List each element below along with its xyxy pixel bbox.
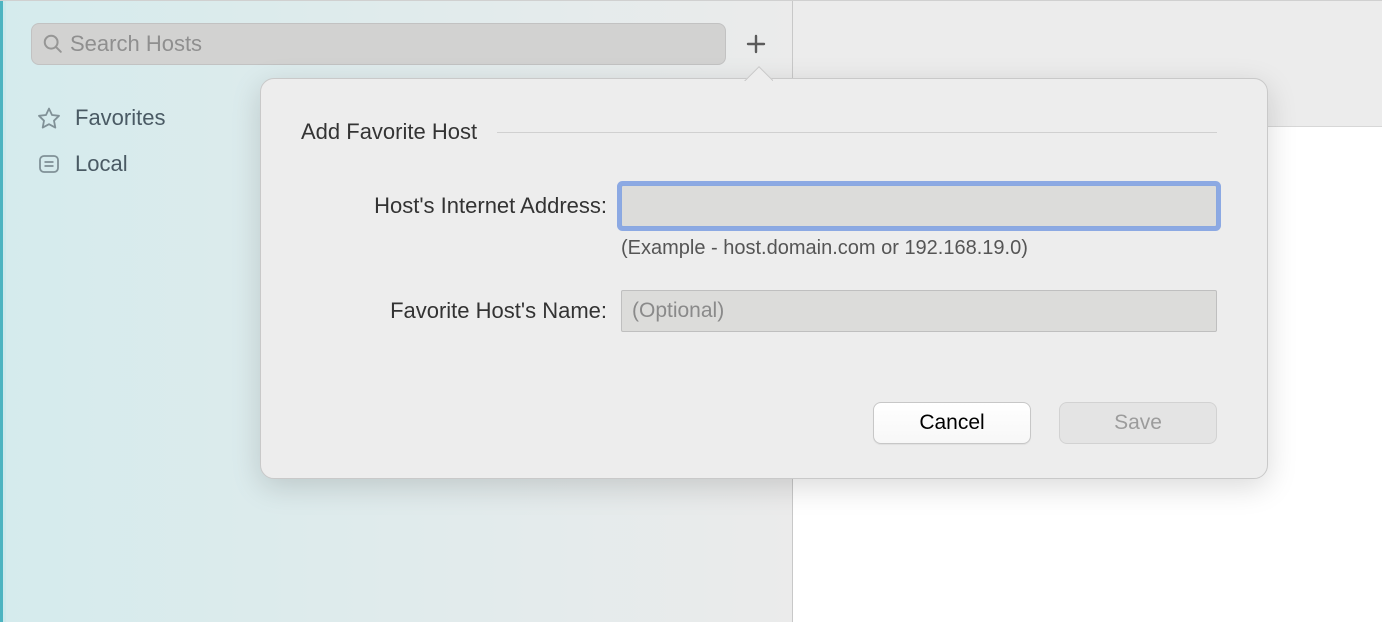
local-drive-icon	[37, 152, 61, 176]
favorite-name-label: Favorite Host's Name:	[301, 290, 621, 324]
search-hosts-input[interactable]	[64, 31, 715, 57]
favorite-name-input[interactable]	[621, 290, 1217, 332]
star-icon	[37, 106, 61, 130]
divider-line	[497, 132, 1217, 133]
cancel-button[interactable]: Cancel	[873, 402, 1031, 444]
sidebar-item-label: Favorites	[75, 105, 165, 131]
popover-title: Add Favorite Host	[301, 119, 477, 145]
add-host-button[interactable]	[738, 26, 774, 62]
plus-icon	[744, 32, 768, 56]
host-address-input[interactable]	[621, 185, 1217, 227]
host-address-hint: (Example - host.domain.com or 192.168.19…	[621, 227, 1217, 260]
host-address-label: Host's Internet Address:	[301, 185, 621, 219]
save-button[interactable]: Save	[1059, 402, 1217, 444]
search-icon	[42, 33, 64, 55]
popover-arrow	[743, 65, 773, 81]
add-favorite-host-popover: Add Favorite Host Host's Internet Addres…	[260, 78, 1268, 479]
search-hosts-box[interactable]	[31, 23, 726, 65]
sidebar-item-label: Local	[75, 151, 128, 177]
